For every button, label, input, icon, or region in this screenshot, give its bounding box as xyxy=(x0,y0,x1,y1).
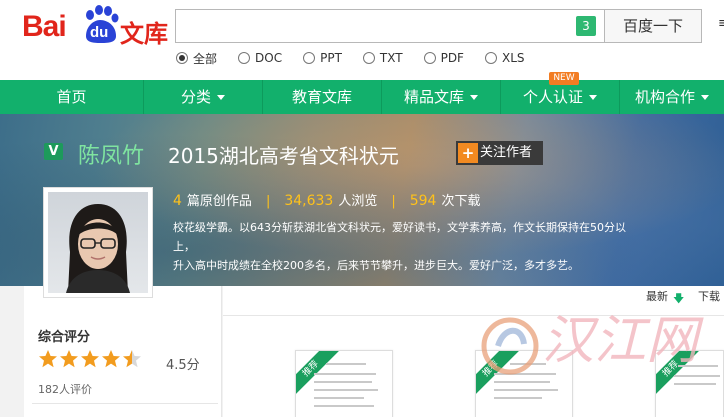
radio-icon[interactable] xyxy=(176,52,188,64)
avatar-person-icon xyxy=(66,204,130,293)
filter-doc[interactable]: DOC xyxy=(238,50,282,66)
nav-label: 精品文库 xyxy=(403,88,464,106)
views-count: 34,633 xyxy=(284,193,334,209)
new-badge: NEW xyxy=(549,72,579,85)
hanjiang-watermark: 汉江网 xyxy=(481,311,704,375)
filter-label: DOC xyxy=(255,51,283,65)
baidu-wenku-logo[interactable]: Bai du 文库 xyxy=(22,5,172,48)
star-full-icon xyxy=(102,350,120,368)
nav-item-premium[interactable]: 精品文库 xyxy=(381,80,500,114)
downloads-label: 次下载 xyxy=(441,194,481,209)
doc-preview-line xyxy=(326,363,366,365)
watermark-text: 汉江网 xyxy=(542,311,704,371)
filter-label: PDF xyxy=(440,51,464,65)
doc-preview-line xyxy=(314,373,376,375)
nav-item-institution[interactable]: 机构合作 xyxy=(619,80,724,114)
doc-preview-line xyxy=(494,389,558,391)
search-input[interactable]: 3 xyxy=(175,9,605,43)
logo-du-text: du xyxy=(90,24,109,41)
avatar-photo xyxy=(48,192,148,293)
nav-label: 个人认证 xyxy=(522,88,583,106)
doc-preview-line xyxy=(314,405,374,407)
star-full-icon xyxy=(60,350,78,368)
search-button[interactable]: 百度一下 xyxy=(604,9,702,43)
views-label: 人浏览 xyxy=(338,194,378,209)
star-half-icon xyxy=(123,350,141,368)
logo-wenku-text: 文库 xyxy=(120,20,168,48)
works-label: 篇原创作品 xyxy=(186,194,252,209)
works-count: 4 xyxy=(173,193,182,209)
radio-icon[interactable] xyxy=(423,52,436,64)
caret-down-icon xyxy=(217,95,225,100)
search-history-badge[interactable]: 3 xyxy=(576,16,596,36)
downloads-count: 594 xyxy=(409,193,437,209)
stats-separator: | xyxy=(391,194,396,209)
doc-preview-line xyxy=(314,389,378,391)
radio-icon[interactable] xyxy=(238,52,251,64)
radio-icon[interactable] xyxy=(303,52,316,64)
caret-down-icon xyxy=(470,95,478,100)
document-card[interactable]: 推荐 xyxy=(295,350,393,417)
follow-label: 关注作者 xyxy=(480,145,533,160)
filter-pdf[interactable]: PDF xyxy=(423,50,464,66)
filter-ppt[interactable]: PPT xyxy=(303,50,342,66)
rating-title: 综合评分 xyxy=(38,330,91,345)
author-title: 2015湖北高考省文科状元 xyxy=(168,144,399,168)
star-full-icon xyxy=(81,350,99,368)
radio-icon[interactable] xyxy=(484,52,497,64)
nav-label: 教育文库 xyxy=(291,88,352,106)
nav-label: 首页 xyxy=(56,88,87,106)
bio-line: 校花级学霸。以643分斩获湖北省文科状元，爱好读书，文学素养高，作文长期保持在5… xyxy=(173,221,626,253)
filter-txt[interactable]: TXT xyxy=(362,50,403,66)
doc-preview-line xyxy=(494,397,542,399)
filter-label: PPT xyxy=(320,51,342,65)
header: Bai du 文库 3 百度一下 ≡ 全部 DOC PPT TXT PDF XL… xyxy=(0,0,724,80)
nav-item-category[interactable]: 分类 xyxy=(143,80,262,114)
doc-preview-line xyxy=(314,381,372,383)
stats-separator: | xyxy=(265,194,271,209)
author-bio: 校花级学霸。以643分斩获湖北省文科状元，爱好读书，文学素养高，作文长期保持在5… xyxy=(173,218,633,275)
nav-item-home[interactable]: 首页 xyxy=(0,80,143,114)
filter-label: XLS xyxy=(501,51,525,65)
filter-all[interactable]: 全部 xyxy=(176,50,217,66)
caret-down-icon xyxy=(589,95,597,100)
main-nav: 首页 分类 教育文库 精品文库 个人认证 机构合作 xyxy=(0,80,724,114)
caret-down-icon xyxy=(701,95,709,100)
filter-label: 全部 xyxy=(193,51,218,66)
avatar[interactable] xyxy=(43,187,153,298)
filetype-filters: 全部 DOC PPT TXT PDF XLS xyxy=(176,50,546,66)
rating-stars xyxy=(38,349,143,369)
divider xyxy=(32,403,218,404)
filter-xls[interactable]: XLS xyxy=(484,50,525,66)
nav-label: 机构合作 xyxy=(634,88,695,106)
radio-icon[interactable] xyxy=(362,52,375,64)
verified-icon: V xyxy=(44,143,63,160)
plus-icon: + xyxy=(458,143,478,163)
rating-count: 182人评价 xyxy=(38,383,92,396)
nav-item-education[interactable]: 教育文库 xyxy=(262,80,381,114)
nav-label: 分类 xyxy=(180,88,211,106)
logo-bai-text: Bai xyxy=(22,10,67,43)
author-name[interactable]: 陈凤竹 xyxy=(78,138,144,170)
nav-item-personal-cert[interactable]: 个人认证 xyxy=(500,80,619,114)
menu-edge-icon[interactable]: ≡ xyxy=(718,16,724,31)
filter-label: TXT xyxy=(379,51,403,65)
bio-line: 升入高中时成绩在全校200多名，后来节节攀升，进步巨大。爱好广泛，多才多艺。 xyxy=(173,259,579,272)
star-full-icon xyxy=(39,350,57,368)
rating-score: 4.5分 xyxy=(166,358,200,373)
author-stats: 4 篇原创作品 | 34,633 人浏览 | 594 次下载 xyxy=(173,190,480,209)
doc-preview-line xyxy=(314,397,364,399)
follow-author-button[interactable]: + 关注作者 xyxy=(456,141,543,165)
